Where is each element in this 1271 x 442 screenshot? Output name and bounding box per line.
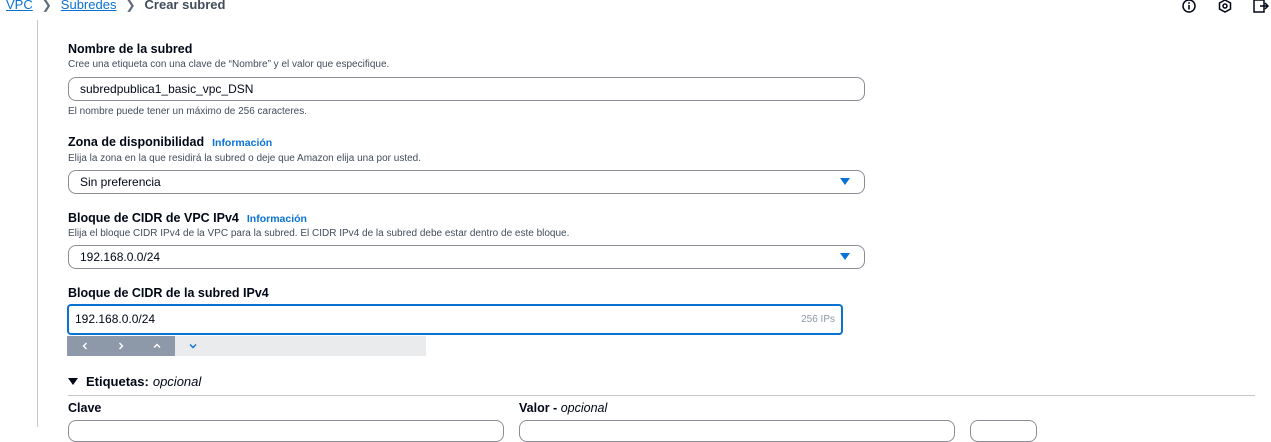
side-navigation-divider xyxy=(37,20,38,427)
availability-zone-description: Elija la zona en la que residirá la subr… xyxy=(68,153,422,164)
availability-zone-select[interactable]: Sin preferencia xyxy=(68,170,865,194)
subnet-name-description: Cree una etiqueta con una clave de “Nomb… xyxy=(68,59,390,70)
availability-zone-label: Zona de disponibilidad Información xyxy=(68,135,272,149)
caret-down-icon xyxy=(840,253,850,260)
subnet-name-value: subredpublica1_basic_vpc_DSN xyxy=(80,82,254,96)
info-circle-icon[interactable] xyxy=(1179,0,1199,15)
availability-zone-label-text: Zona de disponibilidad xyxy=(68,135,205,149)
vpc-cidr-label-text: Bloque de CIDR de VPC IPv4 xyxy=(68,211,239,225)
subnet-name-hint: El nombre puede tener un máximo de 256 c… xyxy=(68,106,308,117)
subnet-name-input[interactable]: subredpublica1_basic_vpc_DSN xyxy=(68,77,865,101)
availability-zone-value: Sin preferencia xyxy=(80,175,161,189)
subnet-cidr-input[interactable]: 192.168.0.0/24 256 IPs xyxy=(67,304,843,335)
subnet-cidr-label: Bloque de CIDR de la subred IPv4 xyxy=(68,286,269,300)
remove-tag-button[interactable] xyxy=(970,420,1037,442)
divider xyxy=(68,395,1255,396)
breadcrumb: VPC ❯ Subredes ❯ Crear subred xyxy=(6,0,225,14)
vpc-cidr-label: Bloque de CIDR de VPC IPv4 Información xyxy=(68,211,307,225)
vpc-cidr-description: Elija el bloque CIDR IPv4 de la VPC para… xyxy=(68,228,570,239)
subnet-name-label: Nombre de la subred xyxy=(68,42,193,56)
caret-down-icon xyxy=(68,378,78,385)
chevron-right-icon[interactable] xyxy=(103,336,139,356)
breadcrumb-subnets-link[interactable]: Subredes xyxy=(61,0,117,14)
tag-key-label: Clave xyxy=(68,401,102,415)
breadcrumb-vpc-link[interactable]: VPC xyxy=(6,0,33,14)
tags-section-toggle[interactable]: Etiquetas: opcional xyxy=(68,374,201,389)
chevron-right-icon: ❯ xyxy=(125,0,136,12)
chevron-up-icon[interactable] xyxy=(139,336,175,356)
breadcrumb-current: Crear subred xyxy=(144,0,226,12)
chevron-down-icon[interactable] xyxy=(175,336,211,356)
subnet-cidr-ip-count: 256 IPs xyxy=(801,314,835,325)
tag-value-input[interactable] xyxy=(519,420,955,442)
vpc-cidr-value: 192.168.0.0/24 xyxy=(80,250,161,264)
subnet-cidr-value: 192.168.0.0/24 xyxy=(75,312,156,326)
availability-zone-info-link[interactable]: Información xyxy=(212,137,272,149)
chevron-left-icon[interactable] xyxy=(67,336,103,356)
top-icons xyxy=(1179,0,1271,15)
chevron-right-icon: ❯ xyxy=(41,0,52,12)
tags-title: Etiquetas: xyxy=(86,374,149,389)
tags-title-optional: opcional xyxy=(152,374,202,389)
caret-down-icon xyxy=(840,178,850,185)
tag-value-label-text: Valor - xyxy=(519,401,561,415)
tag-value-optional: opcional xyxy=(560,401,608,415)
cidr-stepper xyxy=(67,336,426,356)
vpc-cidr-info-link[interactable]: Información xyxy=(247,213,307,225)
top-bar: VPC ❯ Subredes ❯ Crear subred xyxy=(0,0,1271,18)
settings-gear-icon[interactable] xyxy=(1215,0,1235,15)
tag-value-label: Valor - opcional xyxy=(519,401,607,415)
tag-key-input[interactable] xyxy=(68,420,504,442)
split-panel-icon[interactable] xyxy=(1251,0,1271,15)
vpc-cidr-select[interactable]: 192.168.0.0/24 xyxy=(68,245,865,269)
